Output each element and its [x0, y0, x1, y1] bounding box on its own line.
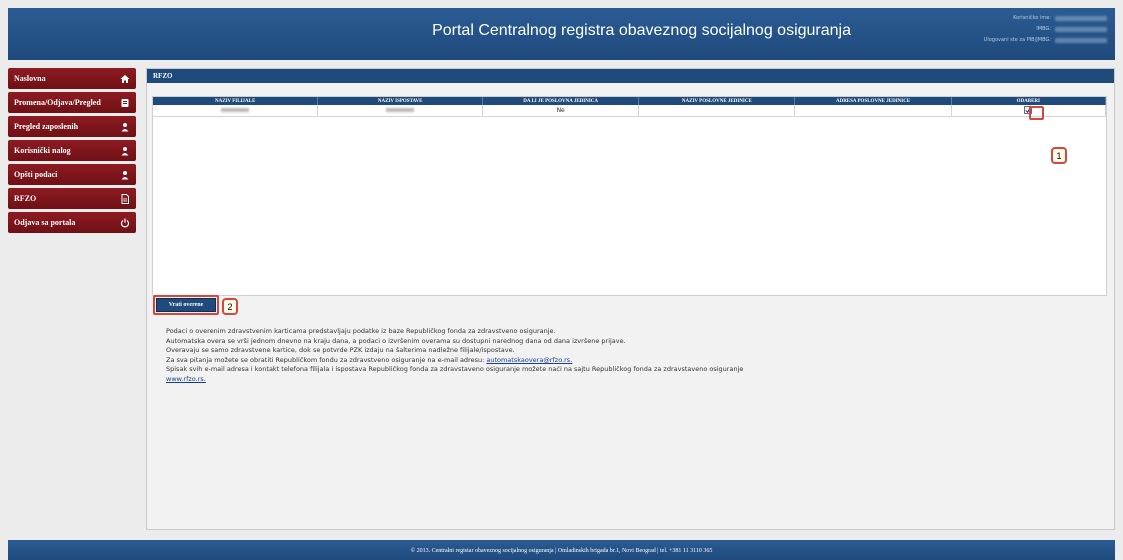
logged-label: Ulogovani ste za PIB/JMBG: [983, 37, 1051, 43]
form-icon [120, 98, 130, 108]
user-icon [120, 122, 130, 132]
power-icon [120, 218, 130, 228]
cell-adresa-poslovne-jedinice [794, 105, 952, 117]
sidebar: Naslovna Promena/Odjava/Pregled Pregled … [8, 68, 136, 236]
sidebar-item-pregled-zaposlenih[interactable]: Pregled zaposlenih [8, 116, 136, 137]
imbg-row: IMBG: [957, 24, 1107, 35]
username-value-redacted [1055, 16, 1107, 21]
website-line: www.rfzo.rs. [166, 375, 886, 385]
user-info: Korisničko ime: IMBG: Ulogovani ste za P… [957, 13, 1107, 46]
filijala-value-redacted [221, 107, 250, 112]
checkbox-highlight [1029, 106, 1044, 120]
column-header-naziv-ispostave: NAZIV ISPOSTAVE [317, 97, 484, 105]
column-header-odaberi: ODABERI [951, 97, 1107, 105]
document-icon [120, 193, 130, 204]
cell-naziv-poslovne-jedinice [638, 105, 796, 117]
column-header-naziv-filijale: NAZIV FILIJALE [153, 97, 319, 105]
info-text: Podaci o overenim zdravstvenim karticama… [166, 327, 886, 385]
ispostava-value-redacted [386, 107, 415, 112]
main-content: RFZO NAZIV FILIJALE NAZIV ISPOSTAVE DA L… [146, 68, 1115, 530]
contact-line: Spisak svih e-mail adresa i kontakt tele… [166, 365, 744, 374]
rfzo-table: NAZIV FILIJALE NAZIV ISPOSTAVE DA LI JE … [153, 97, 1107, 117]
callout-2: 2 [222, 298, 238, 315]
table-row: Ne [153, 105, 1107, 117]
footer: © 2013. Centralni registar obaveznog soc… [8, 540, 1115, 560]
imbg-label: IMBG: [1036, 26, 1051, 32]
info-line: Overavaju se samo zdravstvene kartice, d… [166, 346, 515, 355]
sidebar-item-korisnicki-nalog[interactable]: Korisnički nalog [8, 140, 136, 161]
sidebar-item-rfzo[interactable]: RFZO [8, 188, 136, 209]
column-header-poslovna-jedinica: DA LI JE POSLOVNA JEDINICA [482, 97, 640, 105]
table-header-row: NAZIV FILIJALE NAZIV ISPOSTAVE DA LI JE … [153, 97, 1107, 105]
sidebar-item-opsti-podaci[interactable]: Opšti podaci [8, 164, 136, 185]
column-header-adresa-poslovne-jedinice: ADRESA POSLOVNE JEDINICE [794, 97, 952, 105]
user-icon [120, 170, 130, 180]
info-line: Podaci o overenim zdravstvenim karticama… [166, 327, 556, 335]
page-title: Portal Centralnog registra obaveznog soc… [432, 22, 851, 39]
user-icon [120, 146, 130, 156]
sidebar-item-label: Opšti podaci [14, 170, 58, 179]
sidebar-item-label: Promena/Odjava/Pregled [14, 98, 101, 107]
button-highlight [153, 295, 219, 315]
cell-filijala [153, 105, 319, 117]
column-header-naziv-poslovne-jedinice: NAZIV POSLOVNE JEDINICE [638, 97, 796, 105]
info-line: Automatska overa se vrši jednom dnevno n… [166, 336, 626, 345]
logged-row: Ulogovani ste za PIB/JMBG: [957, 35, 1107, 46]
cell-poslovna-jedinica: Ne [482, 105, 640, 117]
callout-1: 1 [1051, 147, 1067, 164]
header: Portal Centralnog registra obaveznog soc… [8, 8, 1115, 60]
sidebar-item-label: Odjava sa portala [14, 218, 76, 227]
website-link[interactable]: www.rfzo.rs. [166, 375, 206, 383]
sidebar-item-label: Naslovna [14, 74, 46, 83]
sidebar-item-odjava[interactable]: Odjava sa portala [8, 212, 136, 233]
email-link[interactable]: automatskaovera@rfzo.rs. [486, 356, 572, 364]
email-prefix: Za sva pitanja možete se obratiti Republ… [166, 355, 487, 364]
rfzo-table-container: NAZIV FILIJALE NAZIV ISPOSTAVE DA LI JE … [152, 96, 1107, 296]
section-title: RFZO [147, 69, 1114, 83]
email-line: Za sva pitanja možete se obratiti Republ… [166, 356, 886, 366]
imbg-value-redacted [1055, 27, 1107, 32]
sidebar-item-promena[interactable]: Promena/Odjava/Pregled [8, 92, 136, 113]
sidebar-item-label: Pregled zaposlenih [14, 122, 79, 131]
logged-value-redacted [1055, 38, 1107, 43]
username-row: Korisničko ime: [957, 13, 1107, 24]
sidebar-item-label: Korisnički nalog [14, 146, 71, 155]
home-icon [120, 74, 130, 84]
sidebar-item-naslovna[interactable]: Naslovna [8, 68, 136, 89]
sidebar-item-label: RFZO [14, 194, 37, 203]
username-label: Korisničko ime: [1013, 15, 1051, 21]
cell-ispostava [317, 105, 484, 117]
